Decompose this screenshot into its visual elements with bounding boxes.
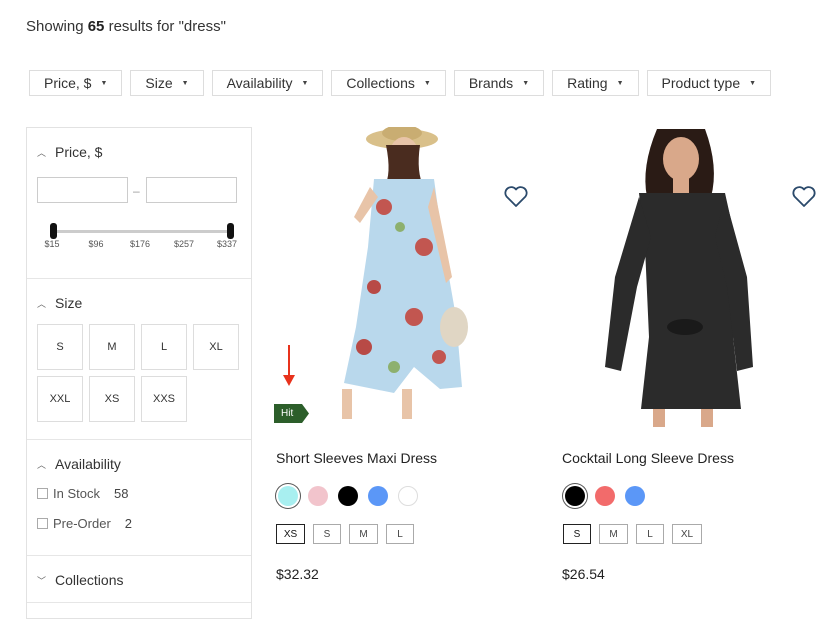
price-tick: $257: [173, 239, 195, 249]
collections-section-header[interactable]: ﹀ Collections: [37, 572, 123, 588]
caret-down-icon: ▼: [100, 79, 108, 87]
filter-rating-button[interactable]: Rating ▼: [552, 70, 639, 96]
price-slider-max-handle[interactable]: [227, 223, 234, 239]
availability-pre-order-checkbox[interactable]: Pre-Order 2: [37, 516, 132, 531]
product-size-option[interactable]: S: [563, 524, 591, 544]
availability-section-header[interactable]: ︿ Availability: [37, 456, 121, 472]
range-dash: –: [133, 184, 140, 198]
chevron-up-icon: ︿: [37, 298, 47, 309]
product-title[interactable]: Short Sleeves Maxi Dress: [276, 450, 437, 466]
caret-down-icon: ▼: [301, 79, 309, 87]
price-tick: $15: [44, 239, 60, 249]
price-slider-min-handle[interactable]: [50, 223, 57, 239]
chevron-up-icon: ︿: [37, 147, 47, 158]
price-section-header[interactable]: ︿ Price, $: [37, 144, 102, 160]
size-option[interactable]: XXL: [37, 376, 83, 422]
color-swatch[interactable]: [595, 486, 615, 506]
hit-badge: Hit: [274, 404, 309, 423]
caret-down-icon: ▼: [522, 79, 530, 87]
filter-brands-button[interactable]: Brands ▼: [453, 70, 545, 96]
color-swatch[interactable]: [625, 486, 645, 506]
product-price: $26.54: [562, 566, 605, 582]
price-section: ︿ Price, $ – $15 $96 $176 $257 $337: [27, 128, 251, 279]
availability-in-stock-checkbox[interactable]: In Stock 58: [37, 486, 128, 501]
product-image[interactable]: [274, 127, 534, 427]
chevron-up-icon: ︿: [37, 459, 47, 470]
size-option[interactable]: XXS: [141, 376, 187, 422]
color-swatch[interactable]: [565, 486, 585, 506]
filter-size-button[interactable]: Size ▼: [130, 70, 204, 96]
price-tick: $96: [88, 239, 104, 249]
color-swatch[interactable]: [308, 486, 328, 506]
price-min-input[interactable]: [37, 177, 128, 203]
product-size-option[interactable]: L: [636, 524, 664, 544]
color-swatch[interactable]: [398, 486, 418, 506]
price-tick: $337: [216, 239, 238, 249]
size-option[interactable]: S: [37, 324, 83, 370]
size-section-header[interactable]: ︿ Size: [37, 295, 82, 311]
filter-collections-button[interactable]: Collections ▼: [331, 70, 446, 96]
product-size-option[interactable]: M: [599, 524, 628, 544]
color-swatch[interactable]: [338, 486, 358, 506]
product-image[interactable]: [561, 127, 817, 427]
size-section: ︿ Size S M L XL XXL XS XXS: [27, 279, 251, 440]
caret-down-icon: ▼: [181, 79, 189, 87]
results-summary: Showing 65 results for "dress": [26, 18, 226, 35]
results-prefix: Showing: [26, 18, 84, 35]
availability-section: ︿ Availability In Stock 58 Pre-Order 2: [27, 440, 251, 556]
product-size-option[interactable]: XS: [276, 524, 305, 544]
results-query: results for "dress": [108, 18, 226, 35]
checkbox-icon: [37, 518, 48, 529]
annotation-arrow-icon: [283, 345, 295, 386]
heart-icon[interactable]: [503, 185, 529, 209]
size-option[interactable]: L: [141, 324, 187, 370]
chevron-down-icon: ﹀: [37, 575, 47, 586]
price-slider-track[interactable]: [52, 230, 232, 233]
filter-availability-button[interactable]: Availability ▼: [211, 70, 324, 96]
color-swatch[interactable]: [278, 486, 298, 506]
price-tick: $176: [129, 239, 151, 249]
checkbox-icon: [37, 488, 48, 499]
caret-down-icon: ▼: [616, 79, 624, 87]
size-option[interactable]: XS: [89, 376, 135, 422]
caret-down-icon: ▼: [749, 79, 757, 87]
product-size-option[interactable]: M: [349, 524, 378, 544]
product-title[interactable]: Cocktail Long Sleeve Dress: [562, 450, 734, 466]
size-option[interactable]: M: [89, 324, 135, 370]
product-size-option[interactable]: L: [386, 524, 414, 544]
product-size-option[interactable]: S: [313, 524, 341, 544]
filter-sidebar: ︿ Price, $ – $15 $96 $176 $257 $337 ︿ Si…: [26, 127, 252, 619]
collections-section: ﹀ Collections: [27, 556, 251, 603]
heart-icon[interactable]: [791, 185, 817, 209]
caret-down-icon: ▼: [423, 79, 431, 87]
color-swatch[interactable]: [368, 486, 388, 506]
filter-product-type-button[interactable]: Product type ▼: [646, 70, 772, 96]
price-max-input[interactable]: [146, 177, 237, 203]
size-option[interactable]: XL: [193, 324, 239, 370]
product-size-option[interactable]: XL: [672, 524, 702, 544]
filter-bar: Price, $ ▼ Size ▼ Availability ▼ Collection…: [29, 70, 772, 96]
results-count: 65: [87, 18, 105, 35]
product-price: $32.32: [276, 566, 319, 582]
filter-price-button[interactable]: Price, $ ▼: [29, 70, 123, 96]
